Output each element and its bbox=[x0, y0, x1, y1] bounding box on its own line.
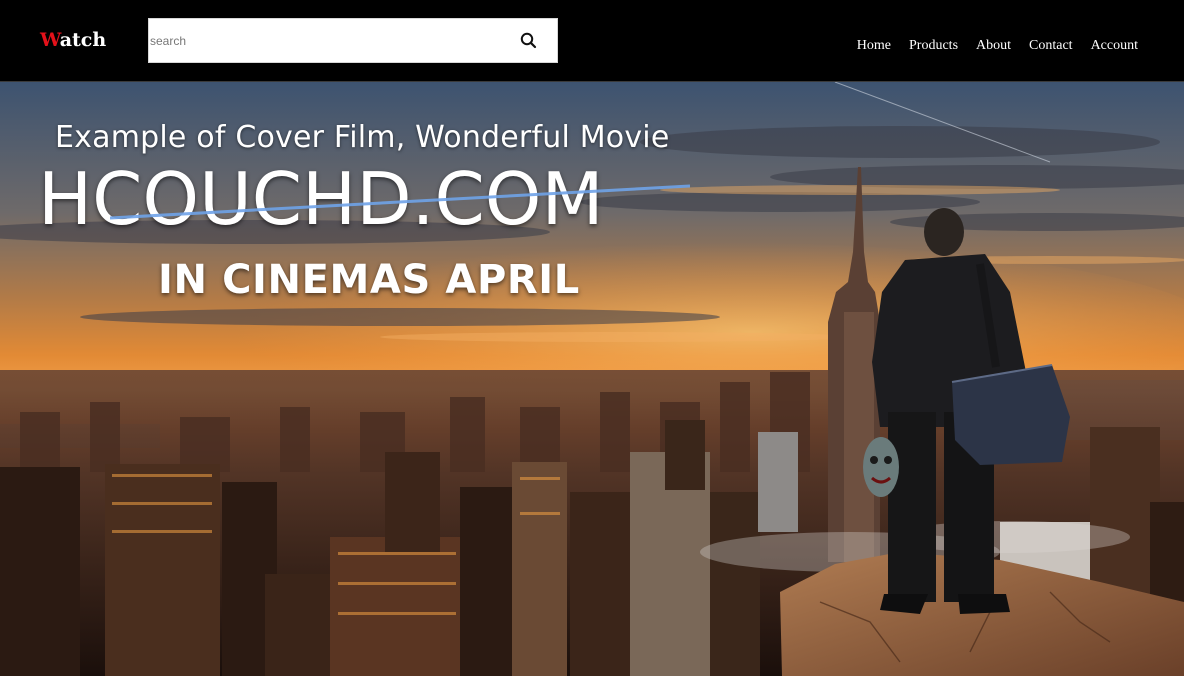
search-icon[interactable] bbox=[519, 31, 539, 51]
nav-home[interactable]: Home bbox=[857, 38, 891, 54]
nav-about[interactable]: About bbox=[976, 38, 1011, 54]
search-input[interactable] bbox=[149, 19, 509, 62]
light-streak-decoration bbox=[110, 184, 690, 220]
logo-initial: W bbox=[40, 29, 60, 51]
logo[interactable]: Watch bbox=[40, 28, 106, 52]
hero-banner: Example of Cover Film, Wonderful Movie H… bbox=[0, 82, 1184, 676]
nav-contact[interactable]: Contact bbox=[1029, 38, 1073, 54]
main-nav: Home Products About Contact Account bbox=[857, 38, 1138, 54]
nav-products[interactable]: Products bbox=[909, 38, 958, 54]
search-bar bbox=[148, 18, 558, 63]
hero-tagline: IN CINEMAS APRIL bbox=[158, 257, 580, 303]
hero-subtitle: Example of Cover Film, Wonderful Movie bbox=[55, 120, 670, 155]
nav-account[interactable]: Account bbox=[1091, 38, 1138, 54]
navbar: Watch Home Products About Contact Accoun… bbox=[0, 0, 1184, 82]
logo-text: atch bbox=[59, 29, 107, 51]
